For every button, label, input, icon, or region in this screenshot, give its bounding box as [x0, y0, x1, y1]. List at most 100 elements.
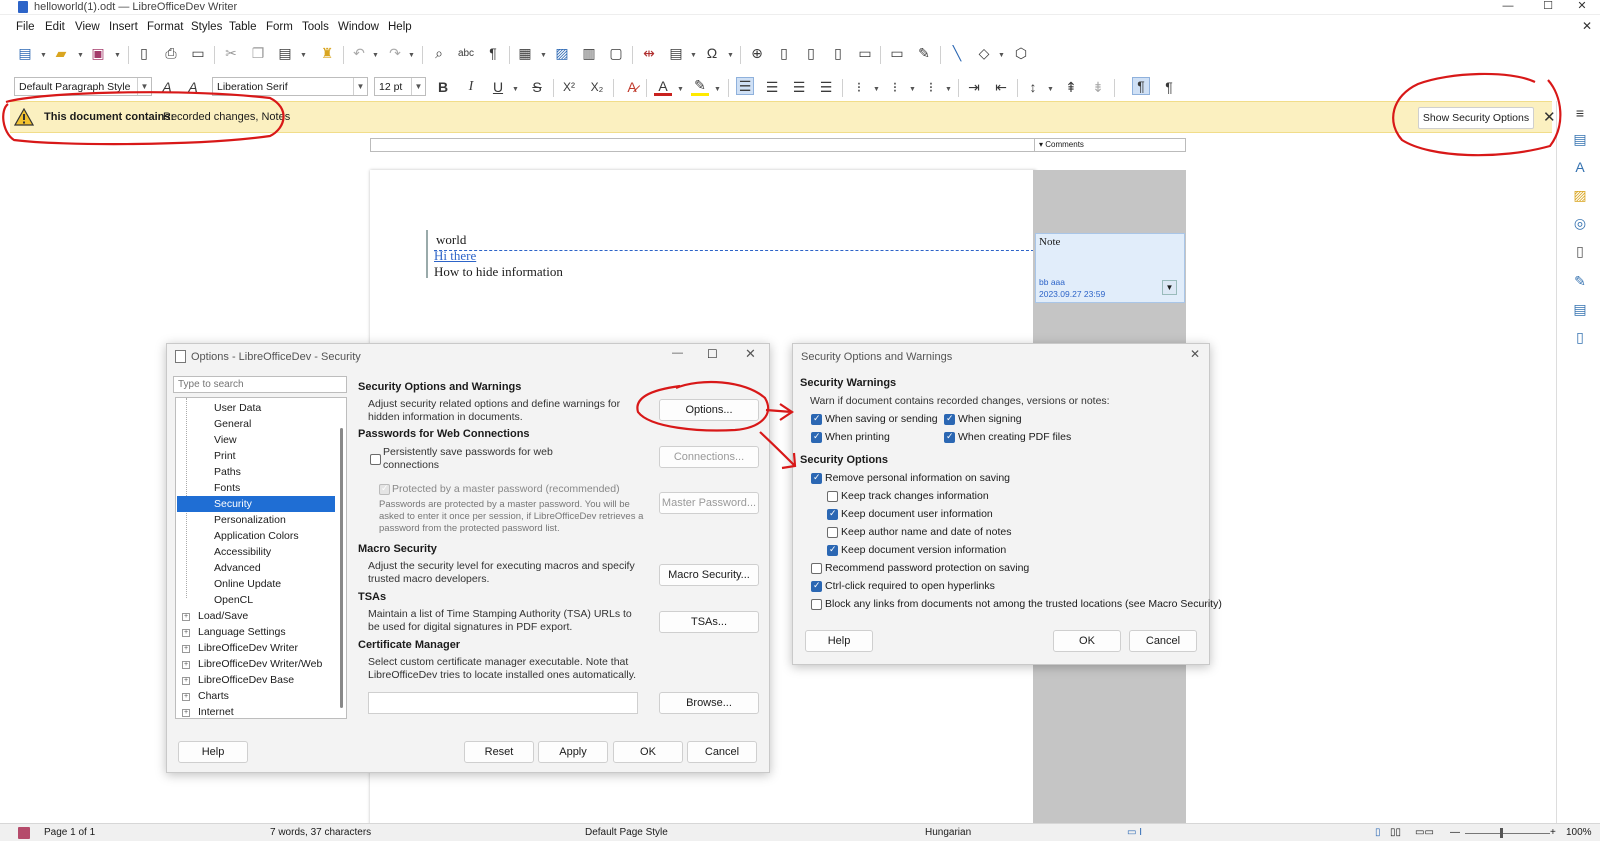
- highlight-color-icon[interactable]: ✎: [691, 77, 709, 96]
- ruler-comments-toggle[interactable]: ▾ Comments: [1034, 138, 1186, 152]
- page-style[interactable]: Default Page Style: [585, 827, 668, 838]
- chevron-down-icon[interactable]: ▼: [1047, 86, 1054, 93]
- help-button[interactable]: Help: [805, 630, 873, 652]
- insert-comment-icon[interactable]: ▭: [888, 44, 906, 62]
- chevron-down-icon[interactable]: ▼: [540, 52, 547, 59]
- right-to-left-icon[interactable]: ¶: [1160, 78, 1178, 96]
- master-password-button[interactable]: Master Password...: [659, 492, 759, 514]
- left-to-right-icon[interactable]: ¶: [1132, 77, 1150, 95]
- align-right-icon[interactable]: ☰: [790, 78, 808, 96]
- manage-changes-icon[interactable]: ▤: [1571, 301, 1589, 319]
- close-icon[interactable]: ✕: [745, 346, 756, 362]
- expand-plus-icon[interactable]: +: [182, 645, 190, 653]
- font-name-combo[interactable]: Liberation Serif ▼: [212, 77, 368, 96]
- zoom-level[interactable]: 100%: [1566, 827, 1592, 838]
- chevron-down-icon[interactable]: ▼: [873, 86, 880, 93]
- tree-root[interactable]: LibreOfficeDev Writer: [198, 642, 298, 654]
- single-page-view-icon[interactable]: ▯: [1375, 827, 1381, 838]
- browse-button[interactable]: Browse...: [659, 692, 759, 714]
- menu-file[interactable]: File: [16, 21, 35, 33]
- chevron-down-icon[interactable]: ▼: [998, 52, 1005, 59]
- menu-help[interactable]: Help: [388, 21, 412, 33]
- insert-line-icon[interactable]: ╲: [948, 44, 966, 62]
- find-replace-icon[interactable]: ⌕: [430, 44, 448, 62]
- when-printing-checkbox[interactable]: [811, 431, 822, 443]
- insert-chart-icon[interactable]: ▥: [580, 44, 598, 62]
- connections-button[interactable]: Connections...: [659, 446, 759, 468]
- align-center-icon[interactable]: ☰: [763, 78, 781, 96]
- expand-plus-icon[interactable]: +: [182, 677, 190, 685]
- master-password-checkbox[interactable]: [379, 483, 390, 495]
- spelling-icon[interactable]: abc: [457, 44, 475, 62]
- options-button[interactable]: Options...: [659, 399, 759, 421]
- chevron-down-icon[interactable]: ▼: [77, 52, 84, 59]
- tree-item[interactable]: User Data: [214, 402, 261, 414]
- sidebar-menu-icon[interactable]: ≡: [1571, 105, 1589, 123]
- clear-formatting-icon[interactable]: A̷: [623, 78, 641, 96]
- keep-user-info-checkbox[interactable]: [827, 508, 838, 520]
- new-document-icon[interactable]: ▤: [16, 44, 34, 62]
- copy-icon[interactable]: ❐: [249, 44, 267, 62]
- chevron-down-icon[interactable]: ▼: [677, 86, 684, 93]
- persist-passwords-checkbox[interactable]: [370, 454, 381, 465]
- insert-footnote-icon[interactable]: ▯: [775, 44, 793, 62]
- gallery-icon[interactable]: ▨: [1571, 187, 1589, 205]
- tree-root[interactable]: Language Settings: [198, 626, 286, 638]
- open-folder-icon[interactable]: ▰: [52, 44, 70, 62]
- chevron-down-icon[interactable]: ▼: [114, 52, 121, 59]
- menu-insert[interactable]: Insert: [109, 21, 138, 33]
- paste-icon[interactable]: ▤: [276, 44, 294, 62]
- chevron-down-icon[interactable]: ▼: [714, 86, 721, 93]
- menu-edit[interactable]: Edit: [45, 21, 65, 33]
- chevron-down-icon[interactable]: ▼: [300, 52, 307, 59]
- track-changes-icon[interactable]: ✎: [915, 44, 933, 62]
- chevron-down-icon[interactable]: ▼: [727, 52, 734, 59]
- tree-root[interactable]: Internet: [198, 706, 234, 718]
- text-language[interactable]: Hungarian: [925, 827, 971, 838]
- block-links-checkbox[interactable]: [811, 599, 822, 610]
- new-style-icon[interactable]: A: [184, 78, 202, 96]
- insert-endnote-icon[interactable]: ▯: [802, 44, 820, 62]
- paragraph-style-combo[interactable]: Default Paragraph Style ▼: [14, 77, 152, 96]
- maximize-icon[interactable]: ☐: [707, 347, 718, 361]
- superscript-icon[interactable]: X²: [560, 78, 578, 96]
- insert-cross-reference-icon[interactable]: ▭: [856, 44, 874, 62]
- tree-item[interactable]: Advanced: [214, 562, 261, 574]
- print-preview-icon[interactable]: ▭: [189, 44, 207, 62]
- tree-item[interactable]: Paths: [214, 466, 241, 478]
- tree-item[interactable]: Personalization: [214, 514, 286, 526]
- macro-security-button[interactable]: Macro Security...: [659, 564, 759, 586]
- design-icon[interactable]: ▯: [1571, 329, 1589, 347]
- insert-page-break-icon[interactable]: ⇹: [640, 44, 658, 62]
- close-icon[interactable]: ✕: [1543, 108, 1556, 126]
- when-saving-checkbox[interactable]: [811, 413, 822, 425]
- reset-button[interactable]: Reset: [464, 741, 534, 763]
- redo-icon[interactable]: ↷: [386, 44, 404, 62]
- when-signing-checkbox[interactable]: [944, 413, 955, 425]
- menu-styles[interactable]: Styles: [191, 21, 222, 33]
- menu-table[interactable]: Table: [229, 21, 257, 33]
- ok-button[interactable]: OK: [613, 741, 683, 763]
- insert-field-icon[interactable]: ▤: [667, 44, 685, 62]
- chevron-down-icon[interactable]: ▼: [690, 52, 697, 59]
- minimize-button[interactable]: —: [1488, 0, 1528, 15]
- document-line[interactable]: world: [436, 232, 466, 248]
- tree-item-selected[interactable]: Security: [214, 498, 252, 510]
- insert-hyperlink-icon[interactable]: ⊕: [748, 44, 766, 62]
- chevron-down-icon[interactable]: ▼: [372, 52, 379, 59]
- clone-formatting-icon[interactable]: ♜: [318, 44, 336, 62]
- strikethrough-button[interactable]: S: [528, 78, 546, 96]
- book-view-icon[interactable]: ▭▭: [1415, 827, 1434, 838]
- document-line[interactable]: How to hide information: [434, 264, 563, 280]
- keep-track-changes-checkbox[interactable]: [827, 491, 838, 502]
- menu-format[interactable]: Format: [147, 21, 183, 33]
- certificate-manager-path-input[interactable]: [368, 692, 638, 714]
- remove-personal-info-checkbox[interactable]: [811, 472, 822, 484]
- menu-view[interactable]: View: [75, 21, 100, 33]
- outline-format-icon[interactable]: ⁝: [922, 78, 940, 96]
- expand-plus-icon[interactable]: +: [182, 629, 190, 637]
- tree-root[interactable]: Charts: [198, 690, 229, 702]
- chevron-down-icon[interactable]: ▼: [353, 78, 367, 95]
- ordered-list-icon[interactable]: ⁝: [886, 78, 904, 96]
- document-modified-icon[interactable]: [18, 827, 30, 839]
